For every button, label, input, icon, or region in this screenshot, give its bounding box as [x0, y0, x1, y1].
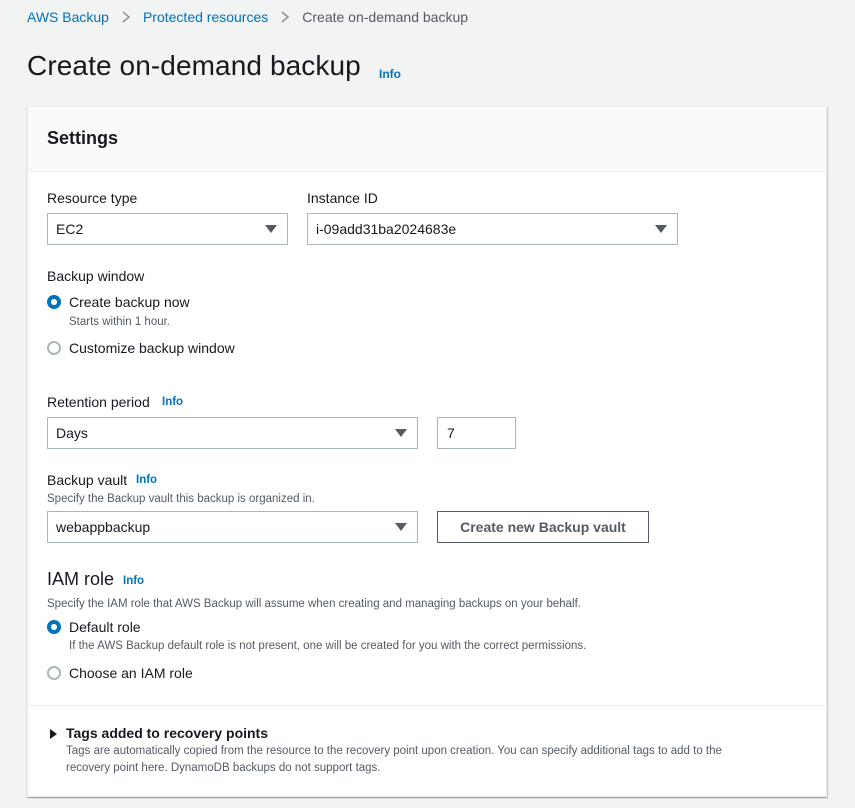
radio-choose-iam-role[interactable]: Choose an IAM role [47, 665, 193, 681]
backup-window-label: Backup window [47, 268, 144, 284]
chevron-right-icon [121, 10, 131, 24]
backup-vault-select[interactable]: webappbackup [47, 511, 418, 543]
page-info-link[interactable]: Info [379, 67, 401, 81]
instance-id-label: Instance ID [307, 190, 378, 206]
tags-expander[interactable]: Tags added to recovery points [47, 725, 807, 745]
caret-down-icon [655, 225, 667, 233]
breadcrumb: AWS Backup Protected resources Create on… [27, 9, 468, 25]
iam-info-link[interactable]: Info [123, 575, 144, 587]
iam-role-heading: IAM role [47, 569, 114, 590]
radio-unchecked-icon [47, 666, 61, 680]
retention-unit-value: Days [56, 425, 88, 441]
vault-info-link[interactable]: Info [136, 474, 157, 486]
tags-description-line2: recovery point here. DynamoDB backups do… [66, 762, 381, 774]
settings-title: Settings [47, 128, 118, 149]
retention-value-input[interactable] [437, 417, 516, 449]
radio-description: If the AWS Backup default role is not pr… [69, 640, 586, 652]
retention-period-label: Retention period [47, 394, 150, 410]
settings-header: Settings [28, 107, 826, 172]
tags-description-line1: Tags are automatically copied from the r… [66, 745, 722, 757]
tags-title: Tags added to recovery points [66, 725, 268, 741]
create-backup-vault-button[interactable]: Create new Backup vault [437, 511, 649, 543]
radio-unchecked-icon [47, 341, 61, 355]
radio-label: Default role [69, 619, 141, 635]
radio-customize-backup-window[interactable]: Customize backup window [47, 340, 235, 356]
resource-type-label: Resource type [47, 190, 137, 206]
backup-vault-label: Backup vault [47, 472, 127, 488]
backup-vault-value: webappbackup [56, 519, 150, 535]
chevron-right-icon [280, 10, 290, 24]
breadcrumb-protected-resources[interactable]: Protected resources [143, 9, 268, 25]
vault-description: Specify the Backup vault this backup is … [47, 493, 315, 505]
divider [28, 705, 826, 706]
resource-type-select[interactable]: EC2 [47, 213, 288, 245]
breadcrumb-current: Create on-demand backup [302, 9, 468, 25]
caret-right-icon [50, 729, 57, 739]
breadcrumb-aws-backup[interactable]: AWS Backup [27, 9, 109, 25]
iam-description: Specify the IAM role that AWS Backup wil… [47, 598, 581, 610]
radio-checked-icon [47, 295, 61, 309]
radio-label: Choose an IAM role [69, 665, 193, 681]
radio-default-role[interactable]: Default role [47, 619, 141, 635]
caret-down-icon [395, 523, 407, 531]
radio-label: Create backup now [69, 294, 190, 310]
instance-id-select[interactable]: i-09add31ba2024683e [307, 213, 678, 245]
radio-create-backup-now[interactable]: Create backup now [47, 294, 190, 310]
retention-info-link[interactable]: Info [162, 396, 183, 408]
resource-type-value: EC2 [56, 221, 83, 237]
retention-unit-select[interactable]: Days [47, 417, 418, 449]
settings-panel: Settings Resource type EC2 Instance ID i… [27, 106, 827, 797]
radio-label: Customize backup window [69, 340, 235, 356]
radio-checked-icon [47, 620, 61, 634]
caret-down-icon [265, 225, 277, 233]
instance-id-value: i-09add31ba2024683e [316, 221, 456, 237]
caret-down-icon [395, 429, 407, 437]
radio-description: Starts within 1 hour. [69, 316, 170, 328]
page-title: Create on-demand backup [27, 50, 361, 82]
